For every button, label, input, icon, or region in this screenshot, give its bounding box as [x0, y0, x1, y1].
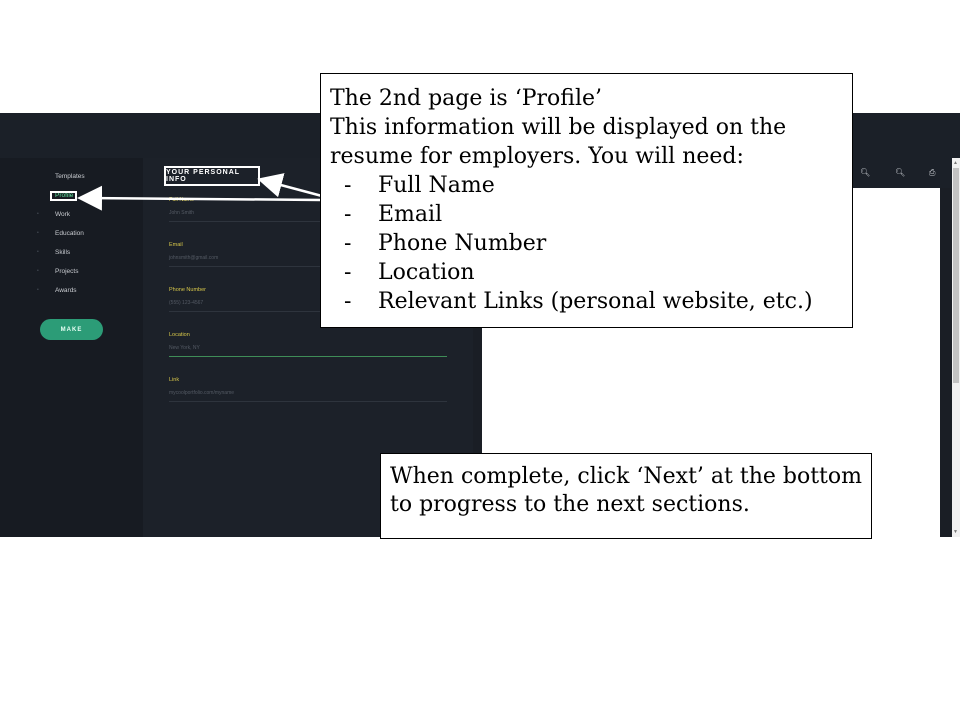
make-button[interactable]: MAKE: [40, 319, 103, 340]
scroll-up-arrow-icon[interactable]: ▲: [953, 160, 958, 166]
location-label: Location: [169, 332, 190, 338]
sidebar: [0, 158, 143, 537]
profile-highlight-box: [50, 191, 77, 201]
list-item: Email: [330, 200, 843, 229]
zoom-in-icon[interactable]: 🔍︎: [895, 168, 905, 177]
list-item: Phone Number: [330, 229, 843, 258]
requirements-list: Full Name Email Phone Number Location Re…: [330, 171, 843, 316]
location-field[interactable]: New York, NY: [169, 345, 447, 357]
callout-description: This information will be displayed on th…: [330, 115, 787, 169]
profile-callout: The 2nd page is ‘Profile’ This informati…: [320, 73, 853, 328]
link-field[interactable]: mycoolportfolio.com/myname: [169, 390, 447, 402]
bullet-icon: •: [37, 230, 39, 236]
link-label: Link: [169, 377, 180, 383]
sidebar-item-education[interactable]: Education: [55, 230, 84, 237]
next-instruction: When complete, click ‘Next’ at the botto…: [390, 464, 863, 517]
phone-label: Phone Number: [169, 287, 206, 293]
list-item: Location: [330, 258, 843, 287]
bullet-icon: •: [37, 287, 39, 293]
sidebar-item-work[interactable]: Work: [55, 211, 70, 218]
sidebar-item-templates[interactable]: Templates: [55, 173, 85, 180]
email-label: Email: [169, 242, 183, 248]
scrollbar-thumb[interactable]: [953, 168, 959, 383]
list-item: Relevant Links (personal website, etc.): [330, 287, 843, 316]
next-callout: When complete, click ‘Next’ at the botto…: [380, 453, 872, 539]
list-item: Full Name: [330, 171, 843, 200]
sidebar-item-projects[interactable]: Projects: [55, 268, 78, 275]
print-icon[interactable]: ⎙: [929, 168, 935, 178]
full-name-label: Full Name: [169, 197, 195, 203]
sidebar-item-skills[interactable]: Skills: [55, 249, 70, 256]
bullet-icon: •: [37, 211, 39, 217]
sidebar-item-awards[interactable]: Awards: [55, 287, 77, 294]
bullet-icon: •: [37, 249, 39, 255]
bullet-icon: •: [37, 268, 39, 274]
callout-heading: The 2nd page is ‘Profile’: [330, 86, 602, 111]
zoom-out-icon[interactable]: 🔍︎: [860, 168, 870, 177]
scroll-down-arrow-icon[interactable]: ▼: [953, 529, 958, 535]
section-title: YOUR PERSONAL INFO: [164, 166, 260, 186]
